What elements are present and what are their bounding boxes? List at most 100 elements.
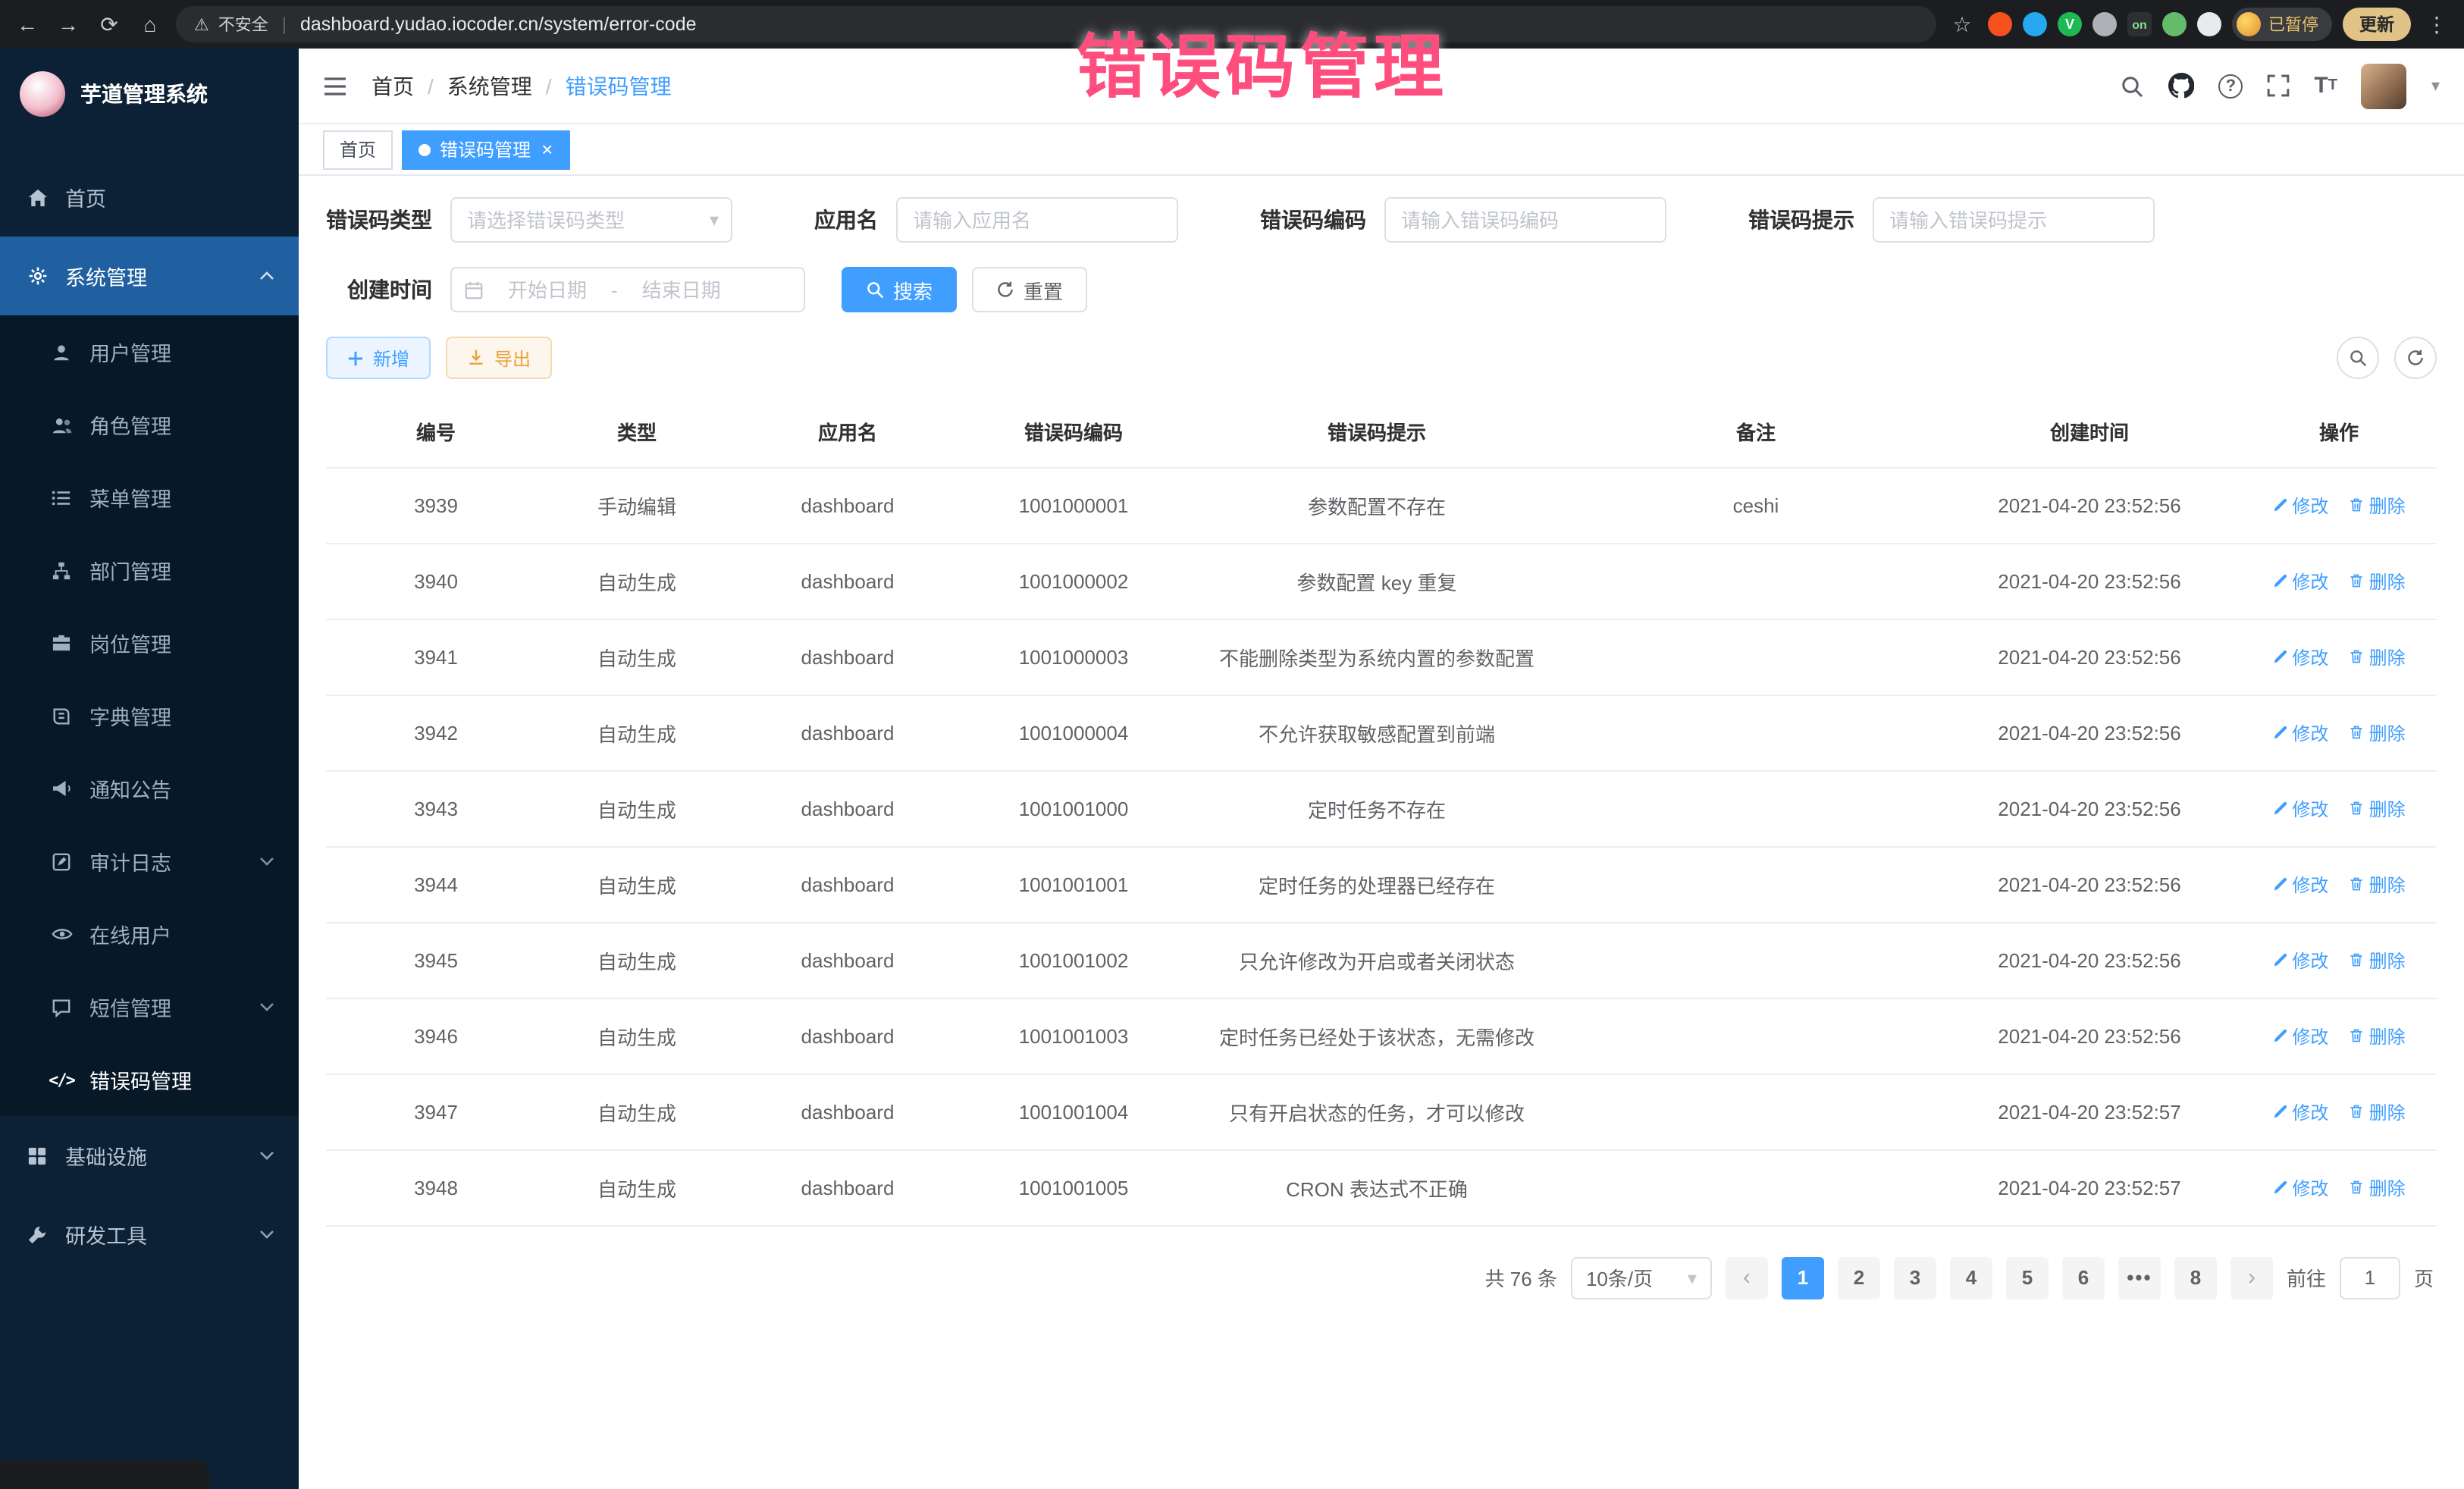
extension-on-badge[interactable]: on [2127, 12, 2152, 36]
reload-icon[interactable]: ⟳ [94, 8, 124, 41]
page-button-2[interactable]: 2 [1838, 1256, 1880, 1299]
browser-menu-icon[interactable]: ⋮ [2422, 8, 2452, 41]
tab-close-icon[interactable]: × [541, 138, 553, 161]
extension-icon-4[interactable] [2162, 12, 2187, 36]
security-label: 不安全 [218, 12, 268, 36]
chevron-down-icon [259, 857, 274, 866]
sidebar-item-audit-log[interactable]: 审计日志 [0, 825, 299, 898]
avatar-caret-icon[interactable]: ▾ [2431, 76, 2440, 96]
edit-link[interactable]: 修改 [2272, 568, 2328, 594]
tab-error-code[interactable]: 错误码管理 × [402, 130, 569, 169]
date-range-picker[interactable]: - [450, 267, 805, 312]
extension-pin-icon[interactable] [2197, 12, 2221, 36]
extensions-puzzle-icon[interactable] [2093, 12, 2117, 36]
fullscreen-icon[interactable] [2267, 74, 2290, 97]
goto-page-input[interactable] [2340, 1256, 2400, 1299]
extension-icon-1[interactable] [1988, 12, 2012, 36]
edit-link[interactable]: 修改 [2272, 492, 2328, 518]
page-button-4[interactable]: 4 [1950, 1256, 1992, 1299]
sidebar-toggle-icon[interactable] [323, 75, 347, 96]
error-hint-input[interactable] [1873, 197, 2155, 243]
sidebar-item-dept-management[interactable]: 部门管理 [0, 534, 299, 607]
address-bar[interactable]: ⚠ 不安全 | dashboard.yudao.iocoder.cn/syste… [176, 6, 1936, 42]
edit-link[interactable]: 修改 [2272, 719, 2328, 745]
sidebar-item-dict-management[interactable]: 字典管理 [0, 679, 299, 752]
sidebar-item-role-management[interactable]: 角色管理 [0, 388, 299, 461]
gear-icon [24, 265, 50, 287]
breadcrumb-home[interactable]: 首页 [371, 71, 414, 101]
page-button-3[interactable]: 3 [1894, 1256, 1936, 1299]
edit-link[interactable]: 修改 [2272, 871, 2328, 897]
chevron-down-icon [259, 1002, 274, 1011]
delete-link[interactable]: 删除 [2350, 1099, 2406, 1124]
delete-link[interactable]: 删除 [2350, 719, 2406, 745]
profile-chip[interactable]: 已暂停 [2232, 8, 2332, 41]
sidebar-item-menu-management[interactable]: 菜单管理 [0, 461, 299, 534]
edit-link[interactable]: 修改 [2272, 1174, 2328, 1200]
filter-type-label: 错误码类型 [326, 205, 432, 235]
edit-link[interactable]: 修改 [2272, 795, 2328, 821]
search-icon[interactable] [2120, 74, 2144, 98]
sidebar-item-infra[interactable]: 基础设施 [0, 1116, 299, 1195]
more-pages-button[interactable]: ••• [2118, 1256, 2161, 1299]
user-avatar[interactable] [2362, 63, 2407, 108]
export-button[interactable]: 导出 [446, 337, 552, 379]
sidebar-menu: 首页 系统管理 用户管理 角色管理 [0, 139, 299, 1489]
delete-link[interactable]: 删除 [2350, 795, 2406, 821]
delete-link[interactable]: 删除 [2350, 492, 2406, 518]
page-button-6[interactable]: 6 [2062, 1256, 2105, 1299]
back-icon[interactable]: ← [12, 8, 42, 41]
sidebar-item-post-management[interactable]: 岗位管理 [0, 607, 299, 679]
delete-link[interactable]: 删除 [2350, 568, 2406, 594]
table-row: 3941 自动生成 dashboard 1001000003 不能删除类型为系统… [326, 619, 2437, 694]
github-icon[interactable] [2168, 73, 2194, 99]
help-icon[interactable]: ? [2218, 74, 2243, 98]
sidebar-item-sms-management[interactable]: 短信管理 [0, 970, 299, 1043]
delete-link[interactable]: 删除 [2350, 1174, 2406, 1200]
search-button[interactable]: 搜索 [842, 267, 957, 312]
extension-icon-3[interactable]: V [2058, 12, 2082, 36]
edit-link[interactable]: 修改 [2272, 1023, 2328, 1049]
error-code-input[interactable] [1384, 197, 1666, 243]
sidebar-item-user-management[interactable]: 用户管理 [0, 315, 299, 388]
sidebar-item-devtools[interactable]: 研发工具 [0, 1195, 299, 1274]
page-button-1[interactable]: 1 [1782, 1256, 1824, 1299]
start-date-input[interactable] [493, 278, 602, 301]
sidebar-item-home[interactable]: 首页 [0, 158, 299, 237]
edit-link[interactable]: 修改 [2272, 644, 2328, 669]
next-page-button[interactable]: › [2230, 1256, 2273, 1299]
sidebar-item-error-code-management[interactable]: </> 错误码管理 [0, 1043, 299, 1116]
page-button-8[interactable]: 8 [2174, 1256, 2217, 1299]
delete-link[interactable]: 删除 [2350, 1023, 2406, 1049]
delete-link[interactable]: 删除 [2350, 871, 2406, 897]
prev-page-button[interactable]: ‹ [1726, 1256, 1768, 1299]
sidebar-item-notice-management[interactable]: 通知公告 [0, 752, 299, 825]
sidebar-item-online-users[interactable]: 在线用户 [0, 898, 299, 970]
delete-link[interactable]: 删除 [2350, 947, 2406, 973]
tab-home[interactable]: 首页 [323, 130, 393, 169]
table-header-row: 编号 类型 应用名 错误码编码 错误码提示 备注 创建时间 操作 [326, 397, 2437, 467]
reset-button[interactable]: 重置 [972, 267, 1087, 312]
extension-icon-2[interactable] [2023, 12, 2047, 36]
breadcrumb-system[interactable]: 系统管理 [447, 71, 532, 101]
end-date-input[interactable] [627, 278, 736, 301]
sidebar-item-system[interactable]: 系统管理 [0, 237, 299, 315]
delete-link[interactable]: 删除 [2350, 644, 2406, 669]
page-size-select[interactable]: 10条/页 ▾ [1571, 1256, 1712, 1299]
font-size-icon[interactable]: TT [2314, 73, 2337, 99]
forward-icon[interactable]: → [53, 8, 83, 41]
update-button[interactable]: 更新 [2343, 8, 2411, 41]
edit-link[interactable]: 修改 [2272, 1099, 2328, 1124]
sidebar-logo[interactable]: 芋道管理系统 [0, 49, 299, 139]
app-name-input[interactable] [896, 197, 1178, 243]
bookmark-star-icon[interactable]: ☆ [1947, 8, 1977, 41]
refresh-icon[interactable] [2394, 337, 2437, 379]
add-button[interactable]: 新增 [326, 337, 431, 379]
home-icon[interactable]: ⌂ [135, 8, 165, 41]
header-code: 错误码编码 [967, 397, 1180, 467]
page-button-5[interactable]: 5 [2006, 1256, 2049, 1299]
error-type-select[interactable] [450, 197, 732, 243]
table-row: 3947 自动生成 dashboard 1001001004 只有开启状态的任务… [326, 1074, 2437, 1149]
show-search-icon[interactable] [2337, 337, 2379, 379]
edit-link[interactable]: 修改 [2272, 947, 2328, 973]
